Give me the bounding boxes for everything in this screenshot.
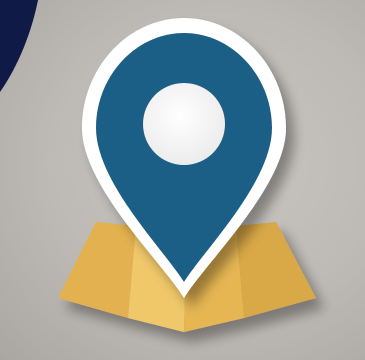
map-right-panel [236, 222, 316, 318]
map-left-panel [58, 222, 136, 318]
pin-center-dot [143, 83, 225, 165]
illustration-svg [0, 0, 316, 332]
map-pin-illustration [0, 0, 365, 360]
dark-navy-corner-shape [0, 0, 38, 92]
